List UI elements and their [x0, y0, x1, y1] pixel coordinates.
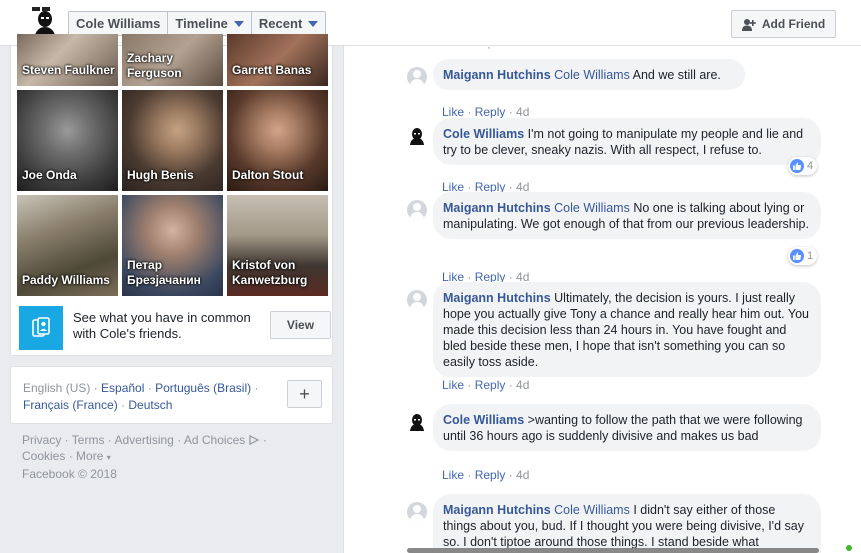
- language-card: English (US) · Español · Português (Bras…: [10, 366, 333, 424]
- copyright: Facebook © 2018: [22, 467, 117, 481]
- friend-tile[interactable]: Paddy Williams: [17, 195, 118, 296]
- comment-mention[interactable]: Cole Williams: [554, 503, 630, 517]
- comment-text: And we still are.: [632, 68, 721, 82]
- comment-mention[interactable]: Cole Williams: [554, 201, 630, 215]
- profile-tabs: Cole Williams Timeline Recent: [68, 11, 327, 36]
- friend-name: Dalton Stout: [232, 168, 304, 182]
- footer-link[interactable]: More: [76, 449, 103, 463]
- add-language-button[interactable]: +: [287, 380, 322, 408]
- footer-links: Privacy · Terms · Advertising · Ad Choic…: [22, 433, 267, 481]
- like-link[interactable]: Like: [442, 378, 464, 392]
- tab-profile-name[interactable]: Cole Williams: [69, 12, 169, 35]
- friends-in-common-icon: [19, 306, 63, 350]
- comment-bubble: Maigann Hutchins Cole Williams I didn't …: [433, 494, 821, 553]
- add-friend-label: Add Friend: [761, 17, 826, 31]
- comment-bubble: Maigann Hutchins Ultimately, the decisio…: [433, 282, 821, 377]
- reply-link[interactable]: Reply: [475, 468, 506, 482]
- tab-label: Timeline: [175, 16, 228, 31]
- language-link[interactable]: Español: [101, 381, 144, 395]
- like-icon: [790, 159, 804, 173]
- friends-in-common-text: See what you have in common with Cole's …: [73, 310, 251, 341]
- friend-tile[interactable]: Hugh Benis: [122, 90, 223, 191]
- add-friend-button[interactable]: Add Friend: [731, 10, 836, 38]
- comment-author[interactable]: Maigann Hutchins: [443, 68, 551, 82]
- previous-actions: ·: [487, 46, 491, 54]
- like-link[interactable]: Like: [442, 105, 464, 119]
- friend-tile[interactable]: Steven Faulkner: [17, 34, 118, 86]
- reaction-number: 4: [807, 160, 814, 172]
- view-button[interactable]: View: [270, 311, 331, 339]
- commenter-avatar[interactable]: [407, 290, 427, 310]
- online-status-indicator: [846, 545, 852, 551]
- friends-in-common: See what you have in common with Cole's …: [19, 304, 331, 350]
- friend-tile[interactable]: Kristof von Kanwetzburg: [227, 195, 328, 296]
- footer-link[interactable]: Advertising: [114, 433, 173, 447]
- like-icon: [790, 249, 804, 263]
- friend-name: Garrett Banas: [232, 63, 312, 77]
- friend-tile[interactable]: Joe Onda: [17, 90, 118, 191]
- tab-timeline[interactable]: Timeline: [168, 12, 252, 35]
- friend-name: Paddy Williams: [22, 273, 110, 287]
- reaction-count[interactable]: 4: [788, 157, 818, 175]
- friend-tile[interactable]: Dalton Stout: [227, 90, 328, 191]
- friend-name: Hugh Benis: [127, 168, 194, 182]
- footer-link[interactable]: Privacy: [22, 433, 61, 447]
- add-friend-icon: [741, 18, 756, 31]
- reply-link[interactable]: Reply: [475, 105, 506, 119]
- tab-recent[interactable]: Recent: [251, 12, 326, 35]
- comment-bubble: Cole Williams >wanting to follow the pat…: [433, 404, 821, 451]
- commenter-avatar[interactable]: [407, 200, 427, 220]
- friend-tile[interactable]: Петар Брезјачанин: [122, 195, 223, 296]
- comment-author[interactable]: Cole Williams: [443, 127, 524, 141]
- friend-name: Joe Onda: [22, 168, 77, 182]
- language-link[interactable]: Português (Brasil): [155, 381, 251, 395]
- reaction-count[interactable]: 1: [788, 247, 818, 265]
- comment-time[interactable]: 4d: [516, 378, 529, 392]
- friend-name: Kristof von Kanwetzburg: [232, 258, 308, 287]
- comment-actions: Like · Reply · 4d: [442, 468, 530, 482]
- comment-author[interactable]: Cole Williams: [443, 413, 524, 427]
- commenter-avatar[interactable]: [407, 67, 427, 87]
- comment-author[interactable]: Maigann Hutchins: [443, 201, 551, 215]
- comment-mention[interactable]: Cole Williams: [554, 68, 630, 82]
- friends-card: Steven Faulkner Zachary Ferguson Garrett…: [10, 34, 333, 356]
- footer-link[interactable]: Ad Choices: [184, 433, 245, 447]
- language-link[interactable]: Français (France): [23, 398, 118, 412]
- friend-tile[interactable]: Garrett Banas: [227, 34, 328, 86]
- comment-bubble: Cole Williams I'm not going to manipulat…: [433, 118, 821, 165]
- footer-link[interactable]: Cookies: [22, 449, 65, 463]
- comment-time[interactable]: 4d: [516, 105, 529, 119]
- commenter-avatar[interactable]: [407, 411, 427, 431]
- footer-link[interactable]: Terms: [72, 433, 105, 447]
- more-caret-icon: ▾: [106, 453, 111, 462]
- commenter-avatar[interactable]: [407, 502, 427, 522]
- ad-choices-icon: [248, 435, 259, 445]
- language-list: English (US) · Español · Português (Bras…: [23, 381, 259, 412]
- friend-tile[interactable]: Zachary Ferguson: [122, 34, 223, 86]
- like-link[interactable]: Like: [442, 468, 464, 482]
- chevron-down-icon: [233, 21, 244, 27]
- reply-link[interactable]: Reply: [475, 378, 506, 392]
- chevron-down-icon: [308, 21, 319, 27]
- friend-name: Zachary Ferguson: [127, 51, 182, 80]
- comment-author[interactable]: Maigann Hutchins: [443, 291, 551, 305]
- comments-panel: · Maigann Hutchins Cole Williams And we …: [343, 46, 861, 553]
- language-link[interactable]: Deutsch: [128, 398, 172, 412]
- tab-label: Cole Williams: [76, 16, 161, 31]
- commenter-avatar[interactable]: [407, 125, 427, 145]
- reaction-number: 1: [807, 250, 814, 262]
- comment-bubble: Maigann Hutchins Cole Williams No one is…: [433, 192, 821, 239]
- comment-bubble: Maigann Hutchins Cole Williams And we st…: [433, 59, 745, 90]
- comment-time[interactable]: 4d: [516, 468, 529, 482]
- current-language: English (US): [23, 381, 91, 395]
- comment-actions: Like · Reply · 4d: [442, 105, 530, 119]
- tab-label: Recent: [258, 16, 303, 31]
- comment-author[interactable]: Maigann Hutchins: [443, 503, 551, 517]
- horizontal-scrollbar[interactable]: [407, 548, 819, 553]
- friend-name: Петар Брезјачанин: [127, 258, 201, 287]
- friend-name: Steven Faulkner: [22, 63, 115, 77]
- comment-actions: Like · Reply · 4d: [442, 378, 530, 392]
